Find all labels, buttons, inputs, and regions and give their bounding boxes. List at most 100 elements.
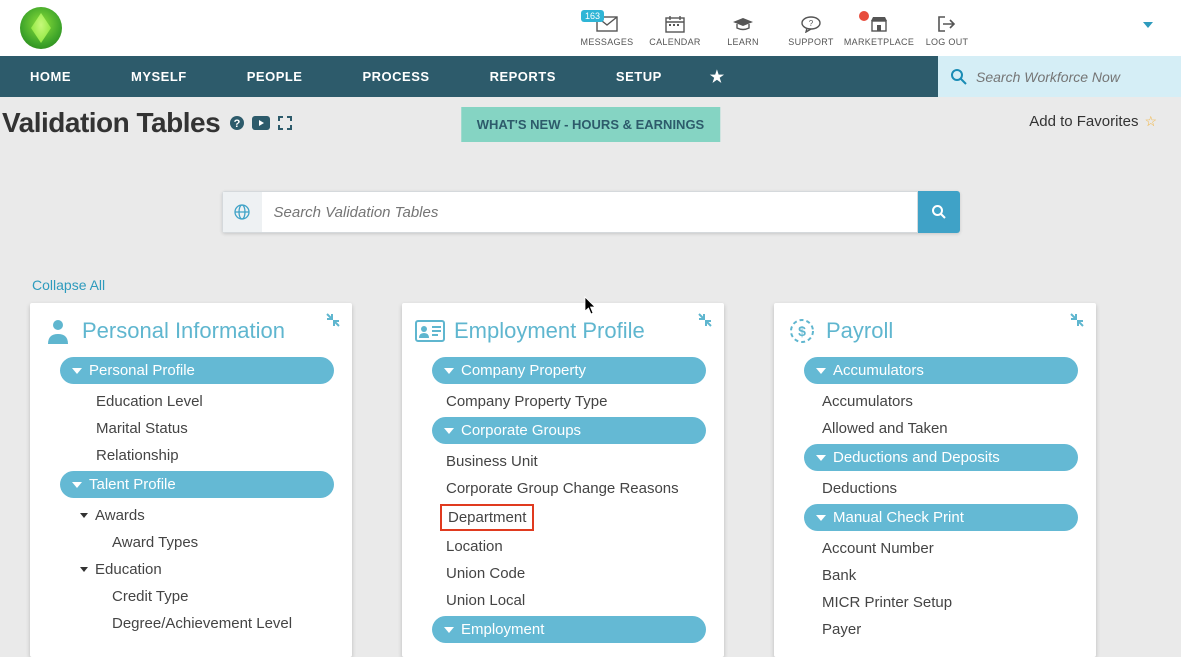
item-company-property-type[interactable]: Company Property Type (408, 388, 718, 415)
group-employment[interactable]: Employment (432, 616, 706, 643)
item-location[interactable]: Location (408, 533, 718, 560)
group-corporate-groups[interactable]: Corporate Groups (432, 417, 706, 444)
svg-text:?: ? (234, 118, 241, 130)
title-row: Validation Tables ? WHAT'S NEW - HOURS &… (0, 103, 1181, 149)
group-label: Deductions and Deposits (833, 449, 1000, 466)
subgroup-awards[interactable]: Awards (36, 502, 346, 529)
item-relationship[interactable]: Relationship (36, 442, 346, 469)
card-employment-profile: Employment Profile Company Property Comp… (402, 303, 724, 657)
svg-text:?: ? (809, 19, 814, 28)
topbar-icons: 163 MESSAGES CALENDAR LEARN ? SUPPORT (573, 10, 1171, 47)
page-title: Validation Tables (2, 107, 220, 139)
messages-label: MESSAGES (581, 37, 634, 47)
envelope-icon: 163 (596, 14, 618, 34)
item-union-code[interactable]: Union Code (408, 560, 718, 587)
user-dropdown-caret[interactable] (1143, 22, 1153, 28)
global-search[interactable] (938, 56, 1181, 97)
favorites-label: Add to Favorites (1029, 113, 1138, 130)
globe-icon[interactable] (222, 191, 262, 233)
item-credit-type[interactable]: Credit Type (36, 583, 346, 610)
item-union-local[interactable]: Union Local (408, 587, 718, 614)
group-label: Corporate Groups (461, 422, 581, 439)
support-button[interactable]: ? SUPPORT (777, 14, 845, 47)
help-icon[interactable]: ? (228, 114, 246, 132)
item-education-level[interactable]: Education Level (36, 388, 346, 415)
card-payroll: $ Payroll Accumulators Accumulators Allo… (774, 303, 1096, 657)
expand-icon[interactable] (276, 114, 294, 132)
group-label: Accumulators (833, 362, 924, 379)
item-department[interactable]: Department (440, 504, 534, 531)
whats-new-button[interactable]: WHAT'S NEW - HOURS & EARNINGS (461, 107, 720, 142)
learn-label: LEARN (727, 37, 759, 47)
group-talent-profile[interactable]: Talent Profile (60, 471, 334, 498)
global-search-input[interactable] (976, 69, 1156, 85)
video-icon[interactable] (252, 114, 270, 132)
nav-home[interactable]: HOME (0, 56, 101, 97)
logout-button[interactable]: LOG OUT (913, 14, 981, 47)
graduation-cap-icon (731, 14, 755, 34)
collapse-card-icon[interactable] (698, 313, 712, 327)
top-bar: 163 MESSAGES CALENDAR LEARN ? SUPPORT (0, 0, 1181, 56)
search-icon (950, 68, 968, 86)
messages-badge: 163 (581, 10, 604, 22)
item-award-types[interactable]: Award Types (36, 529, 346, 556)
nav-setup[interactable]: SETUP (586, 56, 692, 97)
marketplace-button[interactable]: MARKETPLACE (845, 14, 913, 47)
speech-bubble-icon: ? (800, 14, 822, 34)
logout-icon (937, 14, 957, 34)
item-degree-achievement[interactable]: Degree/Achievement Level (36, 610, 346, 637)
card-personal-information: Personal Information Personal Profile Ed… (30, 303, 352, 657)
messages-button[interactable]: 163 MESSAGES (573, 14, 641, 47)
main-search-wrap (0, 191, 1181, 233)
item-corporate-group-change-reasons[interactable]: Corporate Group Change Reasons (408, 475, 718, 502)
collapse-card-icon[interactable] (326, 313, 340, 327)
group-company-property[interactable]: Company Property (432, 357, 706, 384)
item-business-unit[interactable]: Business Unit (408, 448, 718, 475)
calendar-label: CALENDAR (649, 37, 700, 47)
item-allowed-and-taken[interactable]: Allowed and Taken (780, 415, 1090, 442)
group-personal-profile[interactable]: Personal Profile (60, 357, 334, 384)
logout-label: LOG OUT (926, 37, 969, 47)
learn-button[interactable]: LEARN (709, 14, 777, 47)
card-title: Employment Profile (454, 318, 645, 344)
item-micr-printer-setup[interactable]: MICR Printer Setup (780, 589, 1090, 616)
nav-favorites-star[interactable]: ★ (692, 56, 743, 97)
nav-people[interactable]: PEOPLE (217, 56, 333, 97)
subgroup-education[interactable]: Education (36, 556, 346, 583)
item-deductions[interactable]: Deductions (780, 475, 1090, 502)
validation-search (222, 191, 960, 233)
card-title: Payroll (826, 318, 893, 344)
group-deductions-deposits[interactable]: Deductions and Deposits (804, 444, 1078, 471)
nav-myself[interactable]: MYSELF (101, 56, 217, 97)
marketplace-label: MARKETPLACE (844, 37, 914, 47)
item-bank[interactable]: Bank (780, 562, 1090, 589)
group-accumulators[interactable]: Accumulators (804, 357, 1078, 384)
group-manual-check-print[interactable]: Manual Check Print (804, 504, 1078, 531)
validation-search-input[interactable] (262, 191, 918, 233)
item-account-number[interactable]: Account Number (780, 535, 1090, 562)
group-label: Company Property (461, 362, 586, 379)
add-to-favorites-link[interactable]: Add to Favorites ☆ (1029, 113, 1157, 130)
subgroup-label: Education (95, 561, 162, 578)
store-icon (869, 14, 889, 34)
item-marital-status[interactable]: Marital Status (36, 415, 346, 442)
group-label: Talent Profile (89, 476, 176, 493)
support-label: SUPPORT (788, 37, 833, 47)
svg-text:$: $ (798, 323, 806, 339)
card-title: Personal Information (82, 318, 285, 344)
item-accumulators[interactable]: Accumulators (780, 388, 1090, 415)
item-payer[interactable]: Payer (780, 616, 1090, 643)
star-outline-icon: ☆ (1144, 113, 1157, 130)
group-label: Employment (461, 621, 544, 638)
marketplace-badge (859, 11, 869, 21)
dollar-circle-icon: $ (786, 317, 818, 345)
validation-search-button[interactable] (918, 191, 960, 233)
subgroup-label: Awards (95, 507, 145, 524)
app-logo[interactable] (20, 7, 62, 49)
collapse-card-icon[interactable] (1070, 313, 1084, 327)
collapse-all-link[interactable]: Collapse All (32, 277, 105, 293)
nav-reports[interactable]: REPORTS (460, 56, 586, 97)
calendar-button[interactable]: CALENDAR (641, 14, 709, 47)
group-label: Personal Profile (89, 362, 195, 379)
nav-process[interactable]: PROCESS (332, 56, 459, 97)
